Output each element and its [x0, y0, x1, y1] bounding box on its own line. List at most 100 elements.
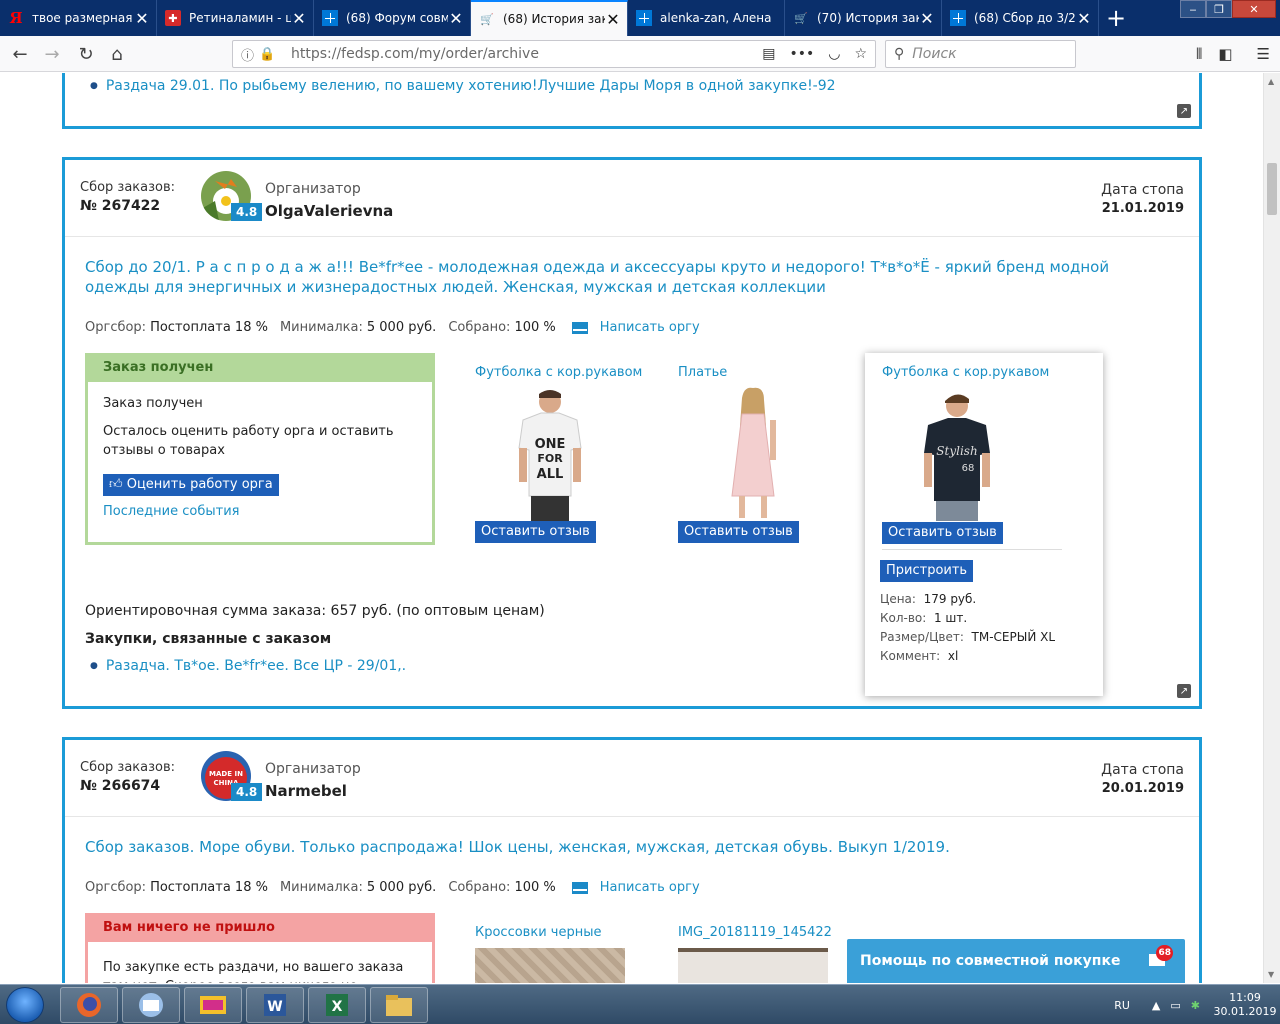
product-image[interactable]: ONE FOR ALL — [505, 386, 595, 521]
product-image[interactable] — [708, 386, 798, 521]
product-item: Платье Оставить отзыв — [678, 365, 838, 543]
leave-review-button[interactable]: Оставить отзыв — [475, 521, 596, 543]
external-link-icon[interactable]: ↗ — [1177, 684, 1191, 698]
organizer-name[interactable]: Narmebel — [265, 782, 347, 800]
forward-icon[interactable]: → — [38, 41, 66, 67]
product-name-link[interactable]: Футболка с кор.рукавом — [882, 365, 1049, 380]
organizer-name[interactable]: OlgaValerievna — [265, 202, 393, 220]
product-image[interactable]: Stylish 68 — [912, 391, 1002, 521]
minimize-icon[interactable]: ‒ — [1180, 0, 1206, 18]
sidebar-icon[interactable]: ◧ — [1218, 45, 1232, 63]
external-link-icon[interactable]: ↗ — [1177, 104, 1191, 118]
close-tab-icon[interactable]: ✕ — [919, 9, 935, 28]
browser-tab[interactable]: alenka-zan, Алена — [628, 0, 785, 36]
pocket-icon[interactable]: ◡ — [828, 46, 840, 62]
tab-title: Ретиналамин - це — [189, 11, 291, 25]
scroll-up-icon[interactable]: ▲ — [1268, 77, 1274, 86]
show-hidden-icons-icon[interactable]: ▲ — [1152, 999, 1160, 1012]
leave-review-button[interactable]: Оставить отзыв — [882, 522, 1003, 544]
close-tab-icon[interactable]: ✕ — [1076, 9, 1092, 28]
product-name-link[interactable]: IMG_20181119_145422 — [678, 925, 832, 940]
related-purchase-link[interactable]: Раздача 29.01. По рыбьему велению, по ва… — [90, 78, 836, 94]
clock[interactable]: 11:09 30.01.2019 — [1210, 991, 1280, 1019]
browser-tab[interactable]: (68) Сбор до 3/2. I ✕ — [942, 0, 1099, 36]
tab-title: (70) История зака — [817, 11, 919, 25]
word-icon[interactable]: W — [246, 987, 304, 1023]
recent-events-link[interactable]: Последние события — [103, 504, 239, 519]
order-header: Сбор заказов: № 267422 4.8 Организатор O… — [65, 160, 1199, 237]
page-scrollbar[interactable]: ▲ ▼ — [1263, 73, 1280, 983]
fee-value: Постоплата 18 % — [150, 320, 268, 335]
product-image[interactable] — [678, 948, 828, 983]
divider — [882, 549, 1062, 550]
organizer-label: Организатор — [265, 181, 361, 197]
excel-icon[interactable]: X — [308, 987, 366, 1023]
firefox-icon[interactable] — [60, 987, 118, 1023]
home-icon[interactable]: ⌂ — [103, 41, 131, 67]
attach-button[interactable]: Пристроить — [880, 560, 974, 582]
collected-label: Собрано: — [448, 880, 511, 895]
leave-review-button[interactable]: Оставить отзыв — [678, 521, 799, 543]
library-icon[interactable]: ⫴ — [1196, 45, 1202, 63]
url-bar[interactable]: ⓘ 🔒 https://fedsp.com/my/order/archive ▤… — [232, 40, 876, 68]
purchase-title-link[interactable]: Сбор до 20/1. Р а с п р о д а ж а!!! Be*… — [85, 257, 1165, 297]
product-name-link[interactable]: Кроссовки черные — [475, 925, 601, 940]
bookmark-star-icon[interactable]: ☆ — [854, 46, 867, 62]
clock-date: 30.01.2019 — [1213, 1005, 1277, 1018]
language-indicator[interactable]: RU — [1114, 999, 1130, 1012]
browser-tab[interactable]: 🛒 (70) История зака ✕ — [785, 0, 942, 36]
lock-warning-icon[interactable]: 🔒 — [259, 47, 277, 62]
page-actions-icon[interactable]: ••• — [789, 46, 814, 62]
scrollbar-thumb[interactable] — [1267, 163, 1277, 215]
new-tab-icon[interactable]: + — [1099, 0, 1133, 36]
info-icon[interactable]: ⓘ — [241, 45, 259, 64]
network-icon[interactable]: ▭ — [1170, 999, 1180, 1012]
rate-organizer-label: Оценить работу орга — [126, 477, 273, 492]
cart-icon: 🛒 — [794, 11, 808, 25]
svg-text:68: 68 — [962, 463, 975, 474]
close-tab-icon[interactable]: ✕ — [291, 9, 307, 28]
back-icon[interactable]: ← — [6, 41, 34, 67]
photo-viewer-icon[interactable] — [184, 987, 242, 1023]
tab-title: твое размерная с — [32, 11, 134, 25]
product-name-link[interactable]: Платье — [678, 365, 727, 380]
purchase-title-link[interactable]: Сбор заказов. Море обуви. Только распрод… — [85, 837, 1165, 857]
mail-client-icon[interactable] — [122, 987, 180, 1023]
help-widget[interactable]: Помощь по совместной покупке 68 — [847, 939, 1185, 983]
size-value: ТМ-СЕРЫЙ XL — [971, 630, 1056, 644]
tab-title: (68) Форум совме — [346, 11, 448, 25]
search-input[interactable]: ⚲ Поиск — [885, 40, 1076, 68]
reader-view-icon[interactable]: ▤ — [762, 46, 775, 62]
close-tab-icon[interactable]: ✕ — [134, 9, 150, 28]
menu-icon[interactable]: ☰ — [1257, 45, 1270, 63]
qty-value: 1 шт. — [933, 611, 968, 625]
write-organizer-link[interactable]: Написать оргу — [600, 320, 700, 335]
close-tab-icon[interactable]: ✕ — [448, 9, 464, 28]
product-image[interactable] — [475, 948, 625, 983]
product-name-link[interactable]: Футболка с кор.рукавом — [475, 365, 642, 380]
maximize-icon[interactable]: ❐ — [1206, 0, 1232, 18]
file-explorer-icon[interactable] — [370, 987, 428, 1023]
start-button-icon[interactable] — [6, 987, 44, 1023]
browser-tab[interactable]: (68) Форум совме ✕ — [314, 0, 471, 36]
fee-label: Оргсбор: — [85, 320, 147, 335]
write-organizer-link[interactable]: Написать оргу — [600, 880, 700, 895]
browser-tab[interactable]: ✚ Ретиналамин - це ✕ — [157, 0, 314, 36]
windows-taskbar: W X RU ▲ ▭ ✱ 11:09 30.01.2019 — [0, 984, 1280, 1024]
collected-label: Собрано: — [448, 320, 511, 335]
url-text[interactable]: https://fedsp.com/my/order/archive — [291, 46, 762, 62]
collected-value: 100 % — [514, 320, 556, 335]
close-tab-icon[interactable]: ✕ — [605, 10, 621, 29]
antivirus-icon[interactable]: ✱ — [1191, 999, 1200, 1012]
rate-organizer-button[interactable]: 👍︎ Оценить работу орга — [103, 474, 279, 496]
related-purchase-link[interactable]: Разадча. Тв*ое. Be*fr*ee. Все ЦР - 29/01… — [90, 658, 406, 674]
stop-date-label: Дата стопа — [1101, 762, 1184, 778]
close-window-icon[interactable]: ✕ — [1232, 0, 1276, 18]
browser-tab[interactable]: Я твое размерная с ✕ — [0, 0, 157, 36]
product-item: IMG_20181119_145422 — [678, 925, 838, 983]
status-box: Вам ничего не пришло По закупке есть раз… — [85, 913, 435, 983]
scroll-down-icon[interactable]: ▼ — [1268, 970, 1274, 979]
windows-logo-icon — [322, 10, 338, 26]
browser-tab-active[interactable]: 🛒 (68) История зака ✕ — [471, 0, 628, 36]
reload-icon[interactable]: ↻ — [72, 41, 100, 67]
